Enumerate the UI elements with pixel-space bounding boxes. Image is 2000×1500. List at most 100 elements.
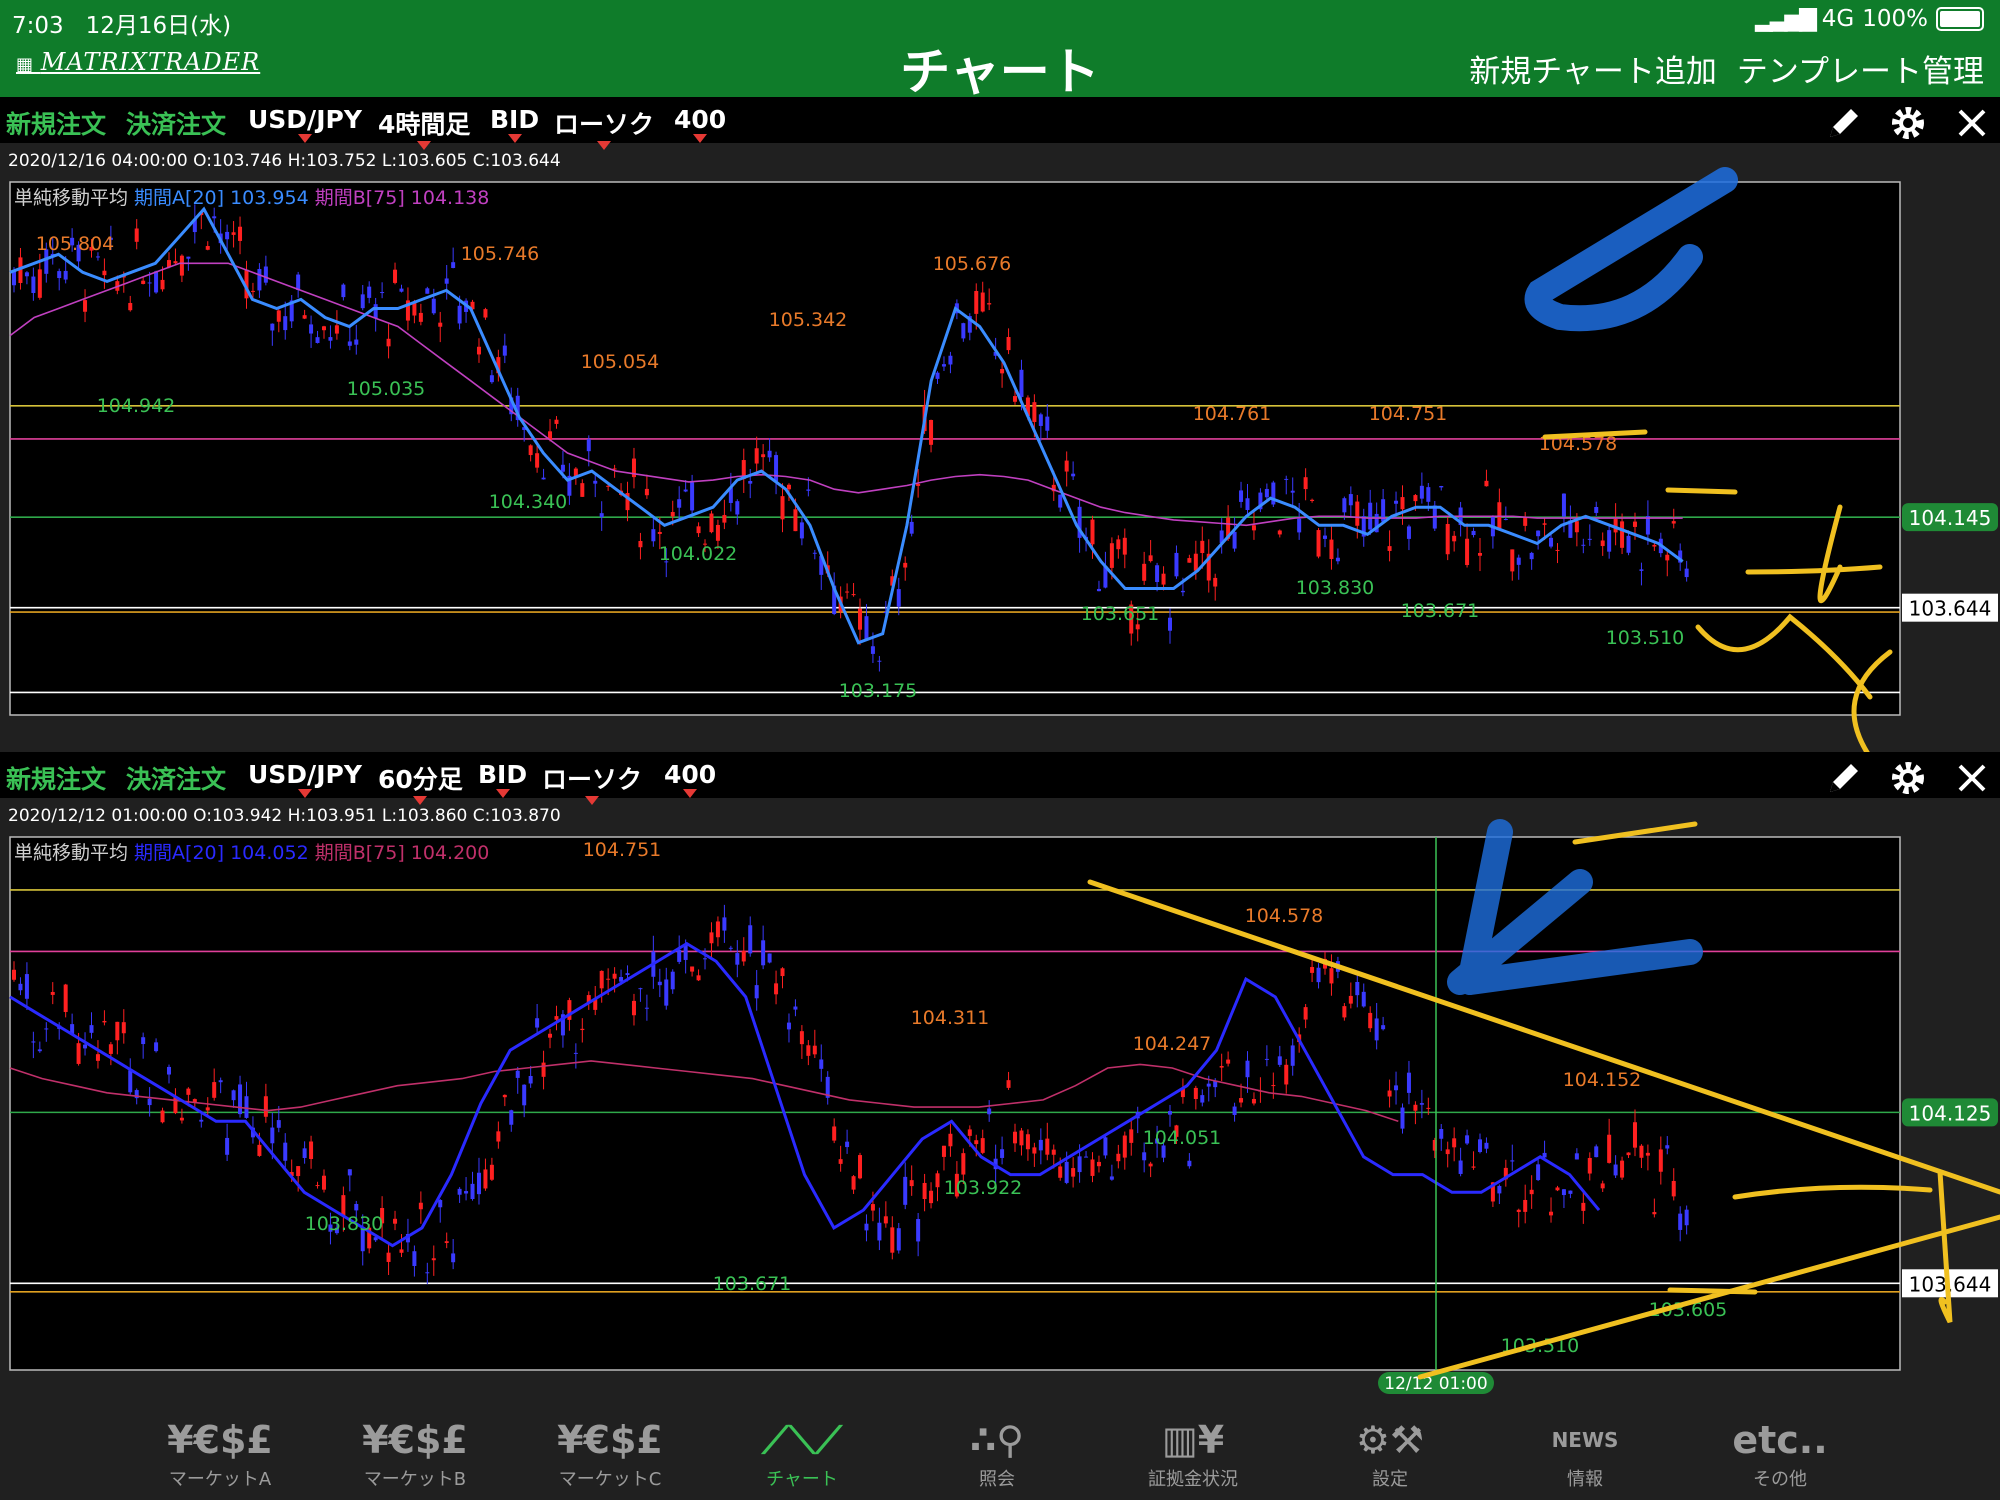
candle-body — [309, 1141, 314, 1159]
candle-body — [987, 303, 992, 305]
status-indicators: ▂▃▅▇ 4G 100% — [1755, 6, 1984, 32]
candle-body — [1594, 506, 1599, 513]
candle-body — [1284, 478, 1289, 480]
candle-body — [1516, 1209, 1521, 1212]
tab-market-a[interactable]: ¥€$£ マーケットA — [135, 1415, 305, 1491]
header-actions: 新規チャート追加 テンプレート管理 — [1469, 46, 1984, 91]
tab-margin-status[interactable]: ▥¥ 証拠金状況 — [1108, 1415, 1278, 1491]
candle-body — [1251, 525, 1256, 531]
template-manage-button[interactable]: テンプレート管理 — [1737, 46, 1984, 91]
indicator-period-b: 期間B[75] 104.138 — [315, 187, 490, 209]
candle-body — [780, 968, 785, 977]
candle-body — [1665, 1145, 1670, 1149]
candle-body — [709, 932, 714, 944]
candle-body — [1355, 981, 1360, 996]
candle-body — [244, 1096, 249, 1118]
candle-body — [1025, 1134, 1030, 1150]
candle-body — [715, 524, 720, 541]
candle-body — [431, 298, 436, 314]
candle-body — [1135, 624, 1140, 630]
candle-body — [606, 978, 611, 980]
candle-body — [1549, 537, 1554, 547]
low-price-label: 103.671 — [1401, 600, 1480, 622]
candle-body — [205, 1107, 210, 1111]
candle-body — [1678, 1213, 1683, 1230]
candle-body — [1322, 535, 1327, 539]
candle-body — [877, 660, 882, 662]
candle-body — [1684, 568, 1689, 578]
candle-body — [451, 1253, 456, 1263]
candle-body — [896, 589, 901, 607]
candle-body — [631, 1000, 636, 1016]
candle-body — [780, 496, 785, 520]
candle-body — [1426, 487, 1431, 502]
candle-body — [1374, 1018, 1379, 1041]
more-icon: etc.. — [1732, 1418, 1828, 1462]
candle-body — [1187, 1160, 1192, 1167]
candle-body — [741, 950, 746, 962]
add-chart-button[interactable]: 新規チャート追加 — [1469, 46, 1717, 91]
candle-body — [961, 323, 966, 339]
candle-body — [238, 1084, 243, 1115]
candle-body — [18, 983, 23, 991]
candle-body — [1632, 521, 1637, 527]
candle-body — [1561, 493, 1566, 517]
candle-body — [276, 1120, 281, 1128]
candle-body — [1607, 1134, 1612, 1163]
candle-body — [1071, 1168, 1076, 1177]
candle-body — [425, 1272, 430, 1274]
candle-body — [858, 1155, 863, 1179]
candle-body — [1465, 1135, 1470, 1144]
candle-body — [799, 522, 804, 539]
candle-body — [1574, 521, 1579, 533]
candle-body — [1381, 1025, 1386, 1030]
candle-body — [987, 1108, 992, 1115]
candle-body — [1652, 1212, 1657, 1215]
battery-label: 100% — [1862, 6, 1928, 32]
candle-body — [212, 1082, 217, 1098]
candle-body — [360, 294, 365, 309]
chart-panel-1: 新規注文 決済注文 USD/JPY 4時間足 BID ローソク 400 2020… — [0, 97, 2000, 752]
candle-body — [1419, 485, 1424, 499]
candle-body — [250, 290, 255, 292]
candle-body — [1477, 552, 1482, 556]
tab-settings[interactable]: ⚙⚒ 設定 — [1305, 1415, 1475, 1491]
candle-body — [57, 271, 62, 279]
candle-body — [1161, 573, 1166, 585]
candle-body — [1187, 558, 1192, 563]
candle-body — [141, 1037, 146, 1045]
tab-inquiry[interactable]: ∴⚲ 照会 — [912, 1415, 1082, 1491]
low-price-label: 103.830 — [305, 1213, 384, 1235]
candle-body — [1510, 1160, 1515, 1162]
candle-body — [1109, 543, 1114, 568]
candlestick-chart[interactable]: 105.804 105.746 105.054 105.342 105.676 104.7… — [0, 97, 2000, 752]
tab-news[interactable]: NEWS 情報 — [1500, 1415, 1670, 1491]
signal-icon: ▂▃▅▇ — [1755, 6, 1817, 32]
candle-body — [1626, 535, 1631, 553]
candle-body — [580, 1028, 585, 1031]
candle-body — [231, 232, 236, 235]
candle-body — [1471, 530, 1476, 536]
crosshair-time-label: 12/12 01:00 — [1384, 1374, 1487, 1394]
news-icon: NEWS — [1551, 1428, 1619, 1452]
candle-body — [1355, 501, 1360, 526]
tab-market-b[interactable]: ¥€$£ マーケットB — [330, 1415, 500, 1491]
candlestick-chart[interactable]: 104.751 104.578 104.311 104.247 104.152 103.8… — [0, 752, 2000, 1407]
tab-chart[interactable]: ⟋⟍⟋ チャート — [717, 1415, 887, 1491]
candle-body — [373, 304, 378, 319]
candle-body — [1581, 544, 1586, 546]
candle-body — [1174, 552, 1179, 577]
candle-body — [296, 274, 301, 291]
tab-market-c[interactable]: ¥€$£ マーケットC — [525, 1415, 695, 1491]
candle-body — [1632, 1122, 1637, 1148]
candle-body — [1516, 557, 1521, 565]
candle-body — [212, 216, 217, 219]
tab-label: チャート — [766, 1469, 838, 1490]
candle-body — [1503, 518, 1508, 520]
candle-body — [438, 322, 443, 327]
candle-body — [728, 947, 733, 949]
candle-body — [1277, 530, 1282, 535]
tab-more[interactable]: etc.. その他 — [1695, 1415, 1865, 1491]
candle-body — [128, 1070, 133, 1093]
candle-body — [1452, 1138, 1457, 1148]
